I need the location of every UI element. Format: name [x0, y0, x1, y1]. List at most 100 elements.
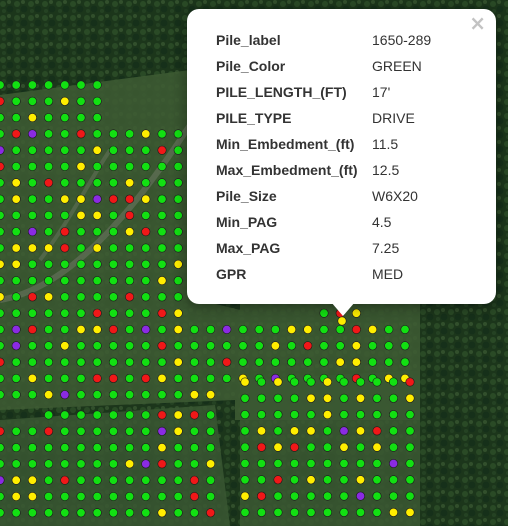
pile-marker[interactable] [372, 442, 382, 452]
pile-marker[interactable] [11, 259, 21, 269]
pile-marker[interactable] [27, 357, 37, 367]
pile-marker[interactable] [141, 373, 151, 383]
pile-marker[interactable] [11, 324, 21, 334]
pile-marker[interactable] [405, 377, 415, 387]
pile-marker[interactable] [44, 145, 54, 155]
pile-marker[interactable] [335, 341, 345, 351]
pile-marker[interactable] [287, 324, 297, 334]
pile-marker[interactable] [125, 243, 135, 253]
pile-marker[interactable] [60, 259, 70, 269]
pile-marker[interactable] [108, 292, 118, 302]
pile-marker[interactable] [388, 491, 398, 501]
pile-marker[interactable] [44, 194, 54, 204]
pile-marker[interactable] [44, 210, 54, 220]
pile-marker[interactable] [27, 373, 37, 383]
pile-marker[interactable] [319, 324, 329, 334]
pile-marker[interactable] [76, 276, 86, 286]
pile-marker[interactable] [322, 458, 332, 468]
pile-marker[interactable] [76, 508, 86, 518]
pile-marker[interactable] [400, 341, 410, 351]
pile-marker[interactable] [141, 443, 151, 453]
pile-marker[interactable] [108, 324, 118, 334]
pile-marker[interactable] [44, 373, 54, 383]
pile-marker[interactable] [256, 426, 266, 436]
pile-marker[interactable] [141, 341, 151, 351]
pile-marker[interactable] [289, 393, 299, 403]
pile-marker[interactable] [141, 426, 151, 436]
pile-marker[interactable] [254, 341, 264, 351]
pile-marker[interactable] [189, 426, 199, 436]
pile-marker[interactable] [157, 178, 167, 188]
pile-marker[interactable] [27, 259, 37, 269]
pile-marker[interactable] [355, 426, 365, 436]
pile-marker[interactable] [44, 129, 54, 139]
pile-marker[interactable] [44, 443, 54, 453]
pile-marker[interactable] [92, 357, 102, 367]
pile-marker[interactable] [173, 357, 183, 367]
pile-marker[interactable] [76, 80, 86, 90]
pile-marker[interactable] [76, 390, 86, 400]
pile-marker[interactable] [76, 410, 86, 420]
pile-marker[interactable] [125, 259, 135, 269]
pile-marker[interactable] [384, 324, 394, 334]
pile-marker[interactable] [240, 426, 250, 436]
pile-marker[interactable] [173, 308, 183, 318]
pile-marker[interactable] [287, 357, 297, 367]
pile-marker[interactable] [388, 507, 398, 517]
pile-marker[interactable] [273, 426, 283, 436]
pile-marker[interactable] [173, 210, 183, 220]
pile-marker[interactable] [157, 227, 167, 237]
pile-marker[interactable] [405, 410, 415, 420]
pile-marker[interactable] [92, 390, 102, 400]
pile-marker[interactable] [157, 129, 167, 139]
pile-marker[interactable] [157, 390, 167, 400]
pile-marker[interactable] [222, 341, 232, 351]
pile-marker[interactable] [60, 292, 70, 302]
pile-marker[interactable] [173, 324, 183, 334]
pile-marker[interactable] [125, 292, 135, 302]
pile-marker[interactable] [92, 276, 102, 286]
pile-marker[interactable] [339, 410, 349, 420]
pile-marker[interactable] [206, 426, 216, 436]
pile-marker[interactable] [27, 162, 37, 172]
pile-marker[interactable] [206, 491, 216, 501]
pile-marker[interactable] [351, 324, 361, 334]
pile-marker[interactable] [157, 162, 167, 172]
pile-marker[interactable] [189, 459, 199, 469]
pile-marker[interactable] [240, 458, 250, 468]
pile-marker[interactable] [355, 491, 365, 501]
pile-marker[interactable] [270, 324, 280, 334]
pile-marker[interactable] [60, 178, 70, 188]
pile-marker[interactable] [27, 276, 37, 286]
pile-marker[interactable] [238, 357, 248, 367]
pile-marker[interactable] [141, 390, 151, 400]
pile-marker[interactable] [60, 308, 70, 318]
pile-marker[interactable] [388, 410, 398, 420]
pile-marker[interactable] [76, 129, 86, 139]
pile-marker[interactable] [92, 341, 102, 351]
pile-marker[interactable] [60, 194, 70, 204]
pile-marker[interactable] [125, 410, 135, 420]
pile-marker[interactable] [141, 276, 151, 286]
pile-marker[interactable] [60, 227, 70, 237]
pile-marker[interactable] [92, 426, 102, 436]
pile-marker[interactable] [60, 475, 70, 485]
pile-marker[interactable] [273, 491, 283, 501]
pile-marker[interactable] [141, 227, 151, 237]
pile-marker[interactable] [76, 443, 86, 453]
pile-marker[interactable] [11, 227, 21, 237]
pile-marker[interactable] [355, 393, 365, 403]
pile-marker[interactable] [108, 373, 118, 383]
pile-marker[interactable] [157, 475, 167, 485]
pile-marker[interactable] [108, 145, 118, 155]
pile-marker[interactable] [405, 491, 415, 501]
pile-marker[interactable] [76, 292, 86, 302]
pile-marker[interactable] [27, 308, 37, 318]
pile-marker[interactable] [388, 475, 398, 485]
pile-marker[interactable] [141, 508, 151, 518]
pile-marker[interactable] [189, 341, 199, 351]
pile-marker[interactable] [189, 324, 199, 334]
pile-marker[interactable] [368, 324, 378, 334]
pile-marker[interactable] [108, 491, 118, 501]
pile-marker[interactable] [256, 458, 266, 468]
